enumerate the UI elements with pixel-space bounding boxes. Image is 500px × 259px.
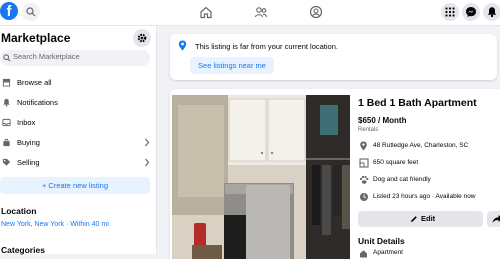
location-heading: Location bbox=[1, 206, 37, 216]
sidebar-title: Marketplace bbox=[1, 31, 71, 45]
listing-listed-time: Listed 23 hours ago · Available now bbox=[373, 193, 476, 200]
listing-address: 48 Rutledge Ave, Charleston, SC bbox=[373, 142, 469, 149]
listing-square-feet: 650 square feet bbox=[373, 159, 419, 166]
sidebar-item-buying[interactable]: Buying bbox=[0, 134, 155, 152]
create-new-listing-button[interactable]: + Create new listing bbox=[0, 177, 150, 194]
home-icon[interactable] bbox=[199, 5, 213, 19]
groups-icon[interactable] bbox=[254, 5, 268, 19]
listing-title: 1 Bed 1 Bath Apartment bbox=[358, 97, 477, 109]
bell-icon bbox=[3, 98, 10, 107]
notifications-button[interactable] bbox=[483, 3, 500, 21]
messenger-icon bbox=[466, 7, 476, 17]
location-link[interactable]: New York, New York · Within 40 mi bbox=[1, 221, 109, 228]
location-icon bbox=[360, 141, 367, 151]
chevron-right-icon bbox=[145, 138, 150, 147]
listing-price: $650 / Month bbox=[358, 116, 407, 125]
location-pin-icon bbox=[178, 40, 187, 51]
edit-listing-button[interactable]: Edit bbox=[358, 211, 483, 227]
facebook-logo[interactable]: f bbox=[0, 2, 18, 20]
storefront-icon bbox=[2, 78, 11, 87]
bag-icon bbox=[3, 138, 10, 147]
search-icon bbox=[26, 7, 36, 17]
sidebar-item-label: Inbox bbox=[17, 118, 36, 127]
search-button[interactable] bbox=[22, 3, 40, 21]
share-listing-button[interactable] bbox=[487, 211, 500, 227]
create-new-listing-label: + Create new listing bbox=[41, 181, 109, 190]
chevron-right-icon bbox=[145, 158, 150, 167]
search-placeholder: Search Marketplace bbox=[13, 52, 80, 61]
sidebar-item-inbox[interactable]: Inbox bbox=[0, 114, 155, 132]
sidebar-item-label: Browse all bbox=[17, 78, 52, 87]
location-alert-card: This listing is far from your current lo… bbox=[170, 34, 497, 80]
unit-details-heading: Unit Details bbox=[358, 236, 405, 246]
listing-detail-area: 650 square feet bbox=[358, 157, 500, 169]
settings-button[interactable] bbox=[133, 29, 151, 47]
pencil-icon bbox=[411, 216, 417, 222]
sidebar-item-label: Selling bbox=[17, 158, 40, 167]
gear-icon bbox=[137, 33, 147, 43]
area-icon bbox=[359, 158, 369, 168]
sidebar-item-label: Buying bbox=[17, 138, 40, 147]
menu-grid-icon bbox=[445, 7, 455, 17]
paw-icon bbox=[359, 175, 369, 184]
listing-detail-address: 48 Rutledge Ave, Charleston, SC bbox=[358, 140, 500, 152]
see-listings-near-me-label: See listings near me bbox=[198, 61, 266, 70]
sidebar-item-browse-all[interactable]: Browse all bbox=[0, 74, 155, 92]
inbox-icon bbox=[2, 118, 11, 127]
listing-category[interactable]: Rentals bbox=[358, 127, 378, 133]
gaming-icon[interactable] bbox=[309, 5, 323, 19]
listing-detail-listed: Listed 23 hours ago · Available now bbox=[358, 191, 500, 203]
top-navigation-bar: f bbox=[0, 0, 500, 26]
sidebar-item-label: Notifications bbox=[17, 98, 58, 107]
clock-icon bbox=[360, 193, 368, 201]
edit-listing-label: Edit bbox=[421, 214, 436, 223]
menu-button[interactable] bbox=[441, 3, 459, 21]
share-icon bbox=[492, 215, 500, 223]
listing-pet-policy: Dog and cat friendly bbox=[373, 176, 431, 183]
unit-type-label: Apartment bbox=[373, 249, 403, 256]
listing-detail-pets: Dog and cat friendly bbox=[358, 174, 500, 186]
sidebar-item-notifications[interactable]: Notifications bbox=[0, 94, 155, 112]
bell-icon bbox=[487, 7, 497, 18]
listing-main-area: This listing is far from your current lo… bbox=[157, 26, 500, 259]
messenger-button[interactable] bbox=[462, 3, 480, 21]
sidebar-item-selling[interactable]: Selling bbox=[0, 154, 155, 172]
alert-message: This listing is far from your current lo… bbox=[195, 42, 338, 51]
listing-photo[interactable] bbox=[172, 95, 350, 259]
listing-card: 1 Bed 1 Bath Apartment $650 / Month Rent… bbox=[170, 89, 500, 259]
search-icon bbox=[3, 54, 11, 62]
apartment-kitchen-image bbox=[172, 95, 350, 259]
tag-icon bbox=[2, 158, 11, 166]
marketplace-sidebar: Marketplace Search Marketplace Browse al… bbox=[0, 26, 157, 255]
marketplace-search-input[interactable]: Search Marketplace bbox=[0, 50, 150, 66]
see-listings-near-me-button[interactable]: See listings near me bbox=[190, 57, 274, 74]
